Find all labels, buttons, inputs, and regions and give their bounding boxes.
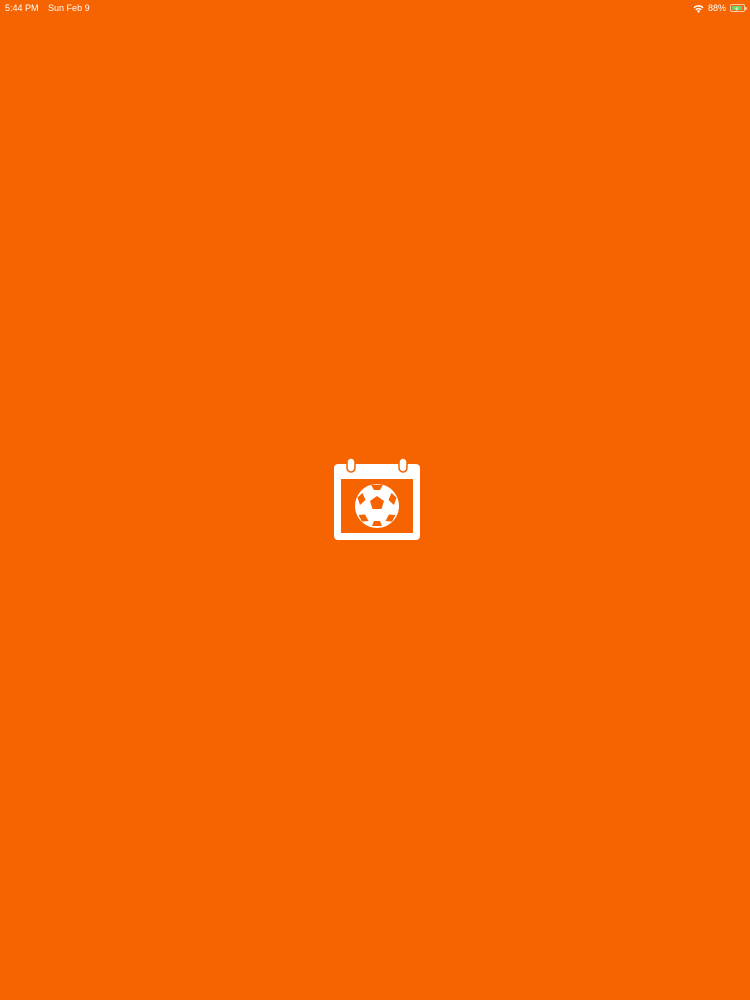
- status-bar-right: 88% ⚡: [693, 0, 747, 16]
- status-bar: 5:44 PM Sun Feb 9 88% ⚡: [0, 0, 750, 16]
- battery-charging-icon: ⚡: [730, 4, 747, 14]
- wifi-icon: [693, 4, 704, 13]
- status-bar-left: 5:44 PM Sun Feb 9: [5, 0, 90, 16]
- battery-percent: 88%: [707, 3, 726, 13]
- battery-tip: [745, 7, 747, 10]
- calendar-soccer-ball-icon: [332, 458, 422, 542]
- status-time: 5:44 PM: [5, 3, 39, 13]
- charging-bolt-icon: ⚡: [734, 5, 740, 14]
- status-date: Sun Feb 9: [48, 3, 90, 13]
